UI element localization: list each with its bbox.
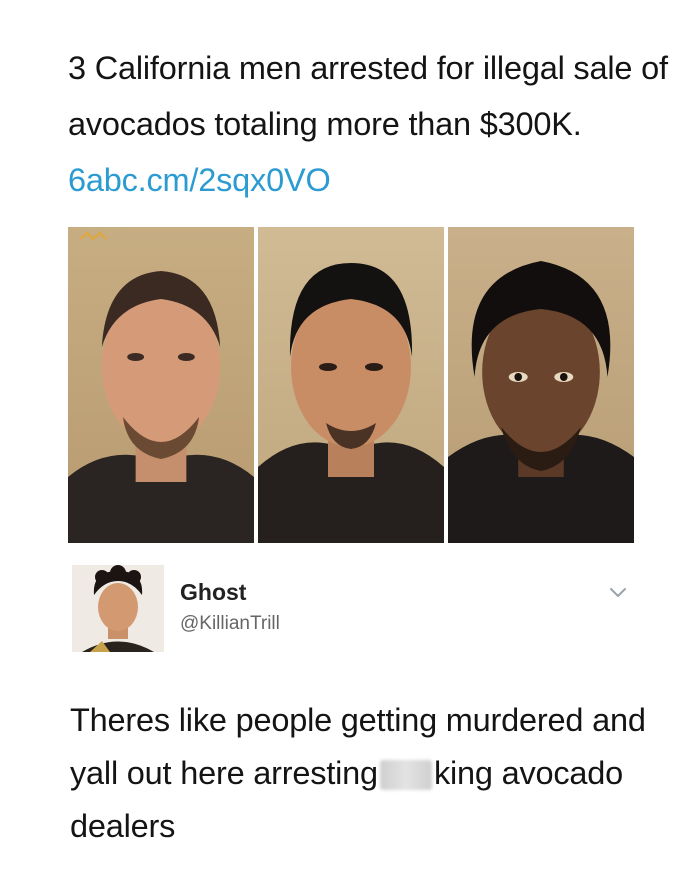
headline-text: 3 California men arrested for illegal sa…	[68, 50, 668, 142]
censor-blur	[379, 760, 432, 790]
headline-link[interactable]: 6abc.cm/2sqx0VO	[68, 162, 331, 198]
display-name[interactable]: Ghost	[180, 579, 246, 606]
avatar[interactable]	[72, 565, 164, 652]
mugshot-3[interactable]	[448, 227, 634, 543]
mugshot-1[interactable]	[68, 227, 254, 543]
tweet-header: Ghost @KillianTrill	[72, 565, 632, 655]
user-handle[interactable]: @KillianTrill	[180, 613, 280, 635]
chevron-down-icon[interactable]	[608, 585, 628, 601]
tweet-text: Theres like people getting murdered and …	[70, 694, 660, 853]
mugshot-2[interactable]	[258, 227, 444, 543]
headline: 3 California men arrested for illegal sa…	[68, 40, 668, 208]
mugshot-grid[interactable]	[68, 227, 634, 543]
